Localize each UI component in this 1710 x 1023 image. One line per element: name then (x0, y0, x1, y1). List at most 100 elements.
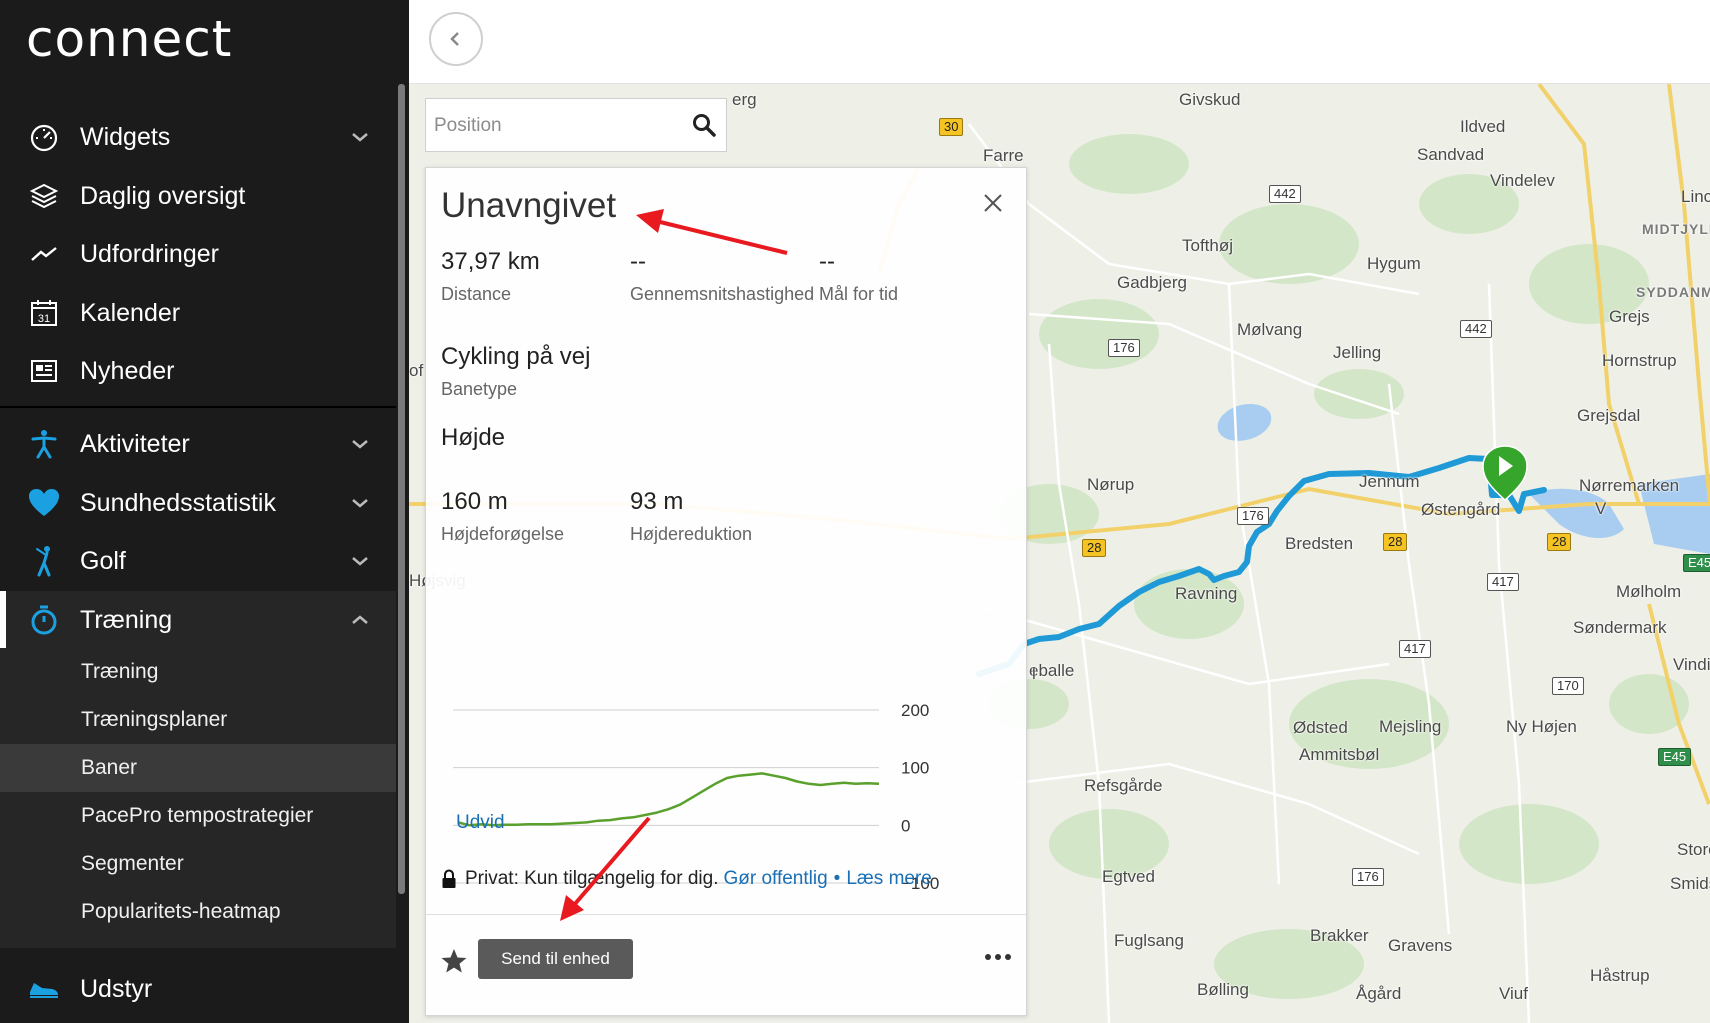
map-place-label: Hornstrup (1602, 351, 1677, 370)
elevation-gain-value: 160 m (441, 488, 508, 515)
submenu-item-pacepro[interactable]: PacePro tempostrategier (0, 792, 396, 840)
goal-time-value: -- (819, 248, 835, 275)
road-shield: E45 (1683, 554, 1710, 572)
map-place-label: Mølholm (1616, 582, 1682, 601)
connect-logo[interactable]: connect (26, 10, 232, 68)
y-tick-label: 100 (901, 759, 929, 778)
sidebar-item-label: Udstyr (80, 974, 153, 1003)
distance-label: Distance (441, 284, 512, 304)
sidebar-item-widgets[interactable]: Widgets (0, 108, 396, 166)
privacy-text: Privat: Kun tilgængelig for dig. (465, 868, 719, 889)
sidebar-item-challenges[interactable]: Udfordringer (0, 225, 396, 283)
map-place-label: l (1032, 664, 1036, 683)
sidebar-scrollbar[interactable] (398, 84, 405, 894)
sidebar-item-label: Sundhedsstatistik (80, 488, 276, 517)
map-place-label: Fuglsang (1114, 931, 1184, 950)
map-place-label: Gadbjerg (1117, 273, 1187, 292)
make-public-link[interactable]: Gør offentlig (723, 868, 827, 890)
sidebar-item-label: Aktiviteter (80, 429, 190, 458)
chevron-down-icon (352, 440, 368, 449)
road-shield: 417 (1399, 640, 1431, 658)
map-place-label: Givskud (1179, 90, 1241, 109)
sidebar-item-golf[interactable]: Golf (0, 532, 396, 590)
position-search (425, 98, 727, 152)
newspaper-icon (28, 355, 60, 387)
privacy-separator: • (833, 868, 841, 889)
map-place-label: erg (732, 90, 757, 109)
more-options-icon[interactable] (982, 945, 1014, 969)
sidebar-item-training[interactable]: Træning (0, 591, 396, 649)
sidebar-item-label: Træning (80, 605, 173, 634)
course-type-value: Cykling på vej (441, 343, 591, 370)
map-place-label: Bølling (1197, 980, 1249, 999)
calendar-icon: 31 (28, 297, 60, 329)
elevation-loss-value: 93 m (630, 488, 684, 515)
expand-link[interactable]: Udvid (456, 812, 505, 834)
map-place-label: Ødsted (1293, 718, 1348, 737)
chevron-down-icon (352, 557, 368, 566)
elevation-loss-label: Højdereduktion (630, 524, 753, 544)
map-place-label: Ågård (1356, 984, 1402, 1003)
avg-speed-value: -- (630, 248, 646, 275)
map-region-label: MIDTJYLL (1642, 221, 1710, 237)
submenu-item-heatmap[interactable]: Popularitets-heatmap (0, 888, 396, 936)
map-place-label: Hygum (1367, 254, 1421, 273)
map-place-label: Østengård (1421, 500, 1501, 519)
heart-icon (28, 487, 60, 519)
sidebar-divider (0, 406, 396, 408)
sidebar-item-label: Daglig oversigt (80, 181, 246, 210)
map-place-label: Ravning (1175, 584, 1238, 603)
elevation-line (457, 772, 880, 827)
submenu-item-training-plans[interactable]: Træningsplaner (0, 696, 396, 744)
elevation-gain-label: Højdeforøgelse (441, 524, 565, 544)
map-place-label: Gravens (1388, 936, 1453, 955)
search-icon[interactable] (692, 113, 716, 137)
submenu-item-courses[interactable]: Baner (0, 744, 396, 792)
road-shield: 176 (1352, 868, 1384, 886)
position-search-input[interactable] (434, 111, 674, 141)
golfer-icon (28, 545, 60, 577)
top-bar (409, 0, 1710, 84)
trend-icon (28, 238, 60, 270)
road-shield: 170 (1552, 677, 1584, 695)
map-place-label: Nørremarken (1579, 476, 1680, 495)
sidebar-item-health-stats[interactable]: Sundhedsstatistik (0, 474, 396, 532)
y-tick-label: 200 (901, 701, 929, 720)
map-place-label: Viuf (1499, 984, 1528, 1003)
sidebar-item-activities[interactable]: Aktiviteter (0, 415, 396, 473)
map-place-label: Sandvad (1417, 145, 1485, 164)
sidebar-item-calendar[interactable]: 31 Kalender (0, 284, 396, 342)
avg-speed-label: Gennemsnitshastighed (630, 284, 815, 304)
runner-icon (28, 428, 60, 460)
sidebar-item-gear[interactable]: Udstyr (0, 960, 396, 1018)
submenu-item-segments[interactable]: Segmenter (0, 840, 396, 888)
sidebar-item-label: Nyheder (80, 356, 175, 385)
back-button[interactable] (429, 12, 483, 66)
map-place-label: Mejsling (1379, 717, 1442, 736)
submenu-item-training[interactable]: Træning (0, 648, 396, 696)
map-place-label: Jelling (1333, 343, 1382, 362)
send-to-device-button[interactable]: Send til enhed (478, 939, 633, 979)
close-icon[interactable] (982, 192, 1004, 214)
sidebar-item-daily-overview[interactable]: Daglig oversigt (0, 167, 396, 225)
submenu-item-label: Segmenter (81, 852, 184, 875)
road-shield: 417 (1487, 573, 1519, 591)
star-icon[interactable] (440, 947, 468, 975)
sidebar: connect Widgets Daglig oversigt Udfordri… (0, 0, 409, 1023)
map-place-label: Vindi (1673, 655, 1710, 674)
road-shield: E45 (1658, 748, 1692, 766)
course-title[interactable]: Unavngivet (441, 186, 616, 226)
course-type-label: Banetype (441, 379, 518, 399)
map-place-label: Linc (1681, 187, 1710, 206)
road-shield: 176 (1237, 507, 1269, 525)
goal-time-label: Mål for tid (819, 284, 899, 304)
road-shield: 28 (1383, 533, 1408, 551)
road-shield: 28 (1082, 539, 1107, 557)
read-more-link[interactable]: Læs mere (846, 868, 932, 890)
submenu-item-label: Træning (81, 660, 159, 683)
chevron-up-icon (352, 615, 368, 624)
map-place-label: Grejsdal (1577, 406, 1641, 425)
chevron-down-icon (352, 133, 368, 142)
sidebar-item-news[interactable]: Nyheder (0, 342, 396, 400)
road-shield: 30 (939, 118, 964, 136)
